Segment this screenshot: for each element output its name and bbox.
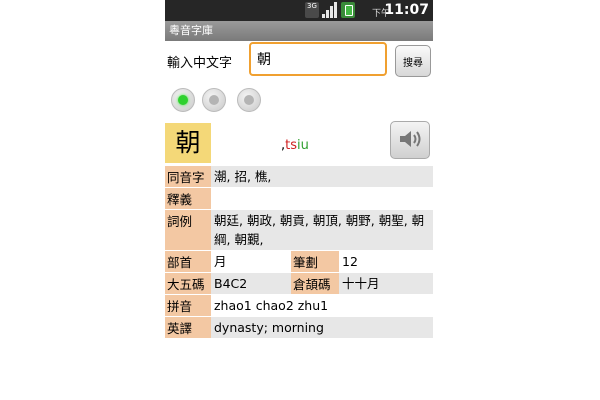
play-sound-button[interactable] — [390, 121, 430, 159]
meaning-label: 釋義 — [165, 188, 211, 209]
jyutping-final: iu — [297, 138, 309, 153]
strokes-label: 筆劃 — [291, 251, 339, 272]
examples-value: 朝廷, 朝政, 朝貢, 朝頂, 朝野, 朝聖, 朝綱, 朝覲, — [211, 210, 433, 250]
english-value: dynasty; morning — [211, 317, 433, 338]
homophones-label: 同音字 — [165, 166, 211, 187]
strokes-value: 12 — [339, 251, 433, 272]
battery-icon — [341, 2, 355, 18]
status-icons: 3G — [305, 2, 355, 18]
row-radical: 部首 月 筆劃 12 — [165, 250, 433, 272]
english-label: 英譯 — [165, 317, 211, 338]
jyutping-initial: ts — [285, 138, 298, 153]
row-homophones: 同音字 潮, 招, 樵, — [165, 165, 433, 187]
result-character: 朝 — [165, 123, 211, 163]
meaning-value — [211, 188, 433, 209]
row-big5: 大五碼 B4C2 倉頡碼 十十月 — [165, 272, 433, 294]
status-time: 11:07 — [384, 2, 429, 18]
phone-screen: 3G 下午 11:07 粵音字庫 輸入中文字 搜尋 朝 ,tsiu 同音字 潮,… — [165, 0, 433, 400]
pinyin-value: zhao1 chao2 zhu1 — [211, 295, 433, 316]
info-table: 同音字 潮, 招, 樵, 釋義 詞例 朝廷, 朝政, 朝貢, 朝頂, 朝野, 朝… — [165, 165, 433, 338]
big5-value: B4C2 — [211, 273, 291, 294]
examples-label: 詞例 — [165, 210, 211, 250]
radical-label: 部首 — [165, 251, 211, 272]
speaker-icon — [400, 130, 421, 147]
input-label: 輸入中文字 — [167, 56, 233, 71]
radio-option-1[interactable] — [171, 88, 195, 112]
network-3g-icon: 3G — [305, 2, 319, 18]
row-examples: 詞例 朝廷, 朝政, 朝貢, 朝頂, 朝野, 朝聖, 朝綱, 朝覲, — [165, 209, 433, 250]
radical-value: 月 — [211, 251, 291, 272]
row-meaning: 釋義 — [165, 187, 433, 209]
status-bar: 3G 下午 11:07 — [165, 0, 433, 21]
cangjie-label: 倉頡碼 — [291, 273, 339, 294]
row-english: 英譯 dynasty; morning — [165, 316, 433, 338]
cangjie-value: 十十月 — [339, 273, 433, 294]
signal-icon — [322, 2, 338, 18]
radio-option-3[interactable] — [237, 88, 261, 112]
big5-label: 大五碼 — [165, 273, 211, 294]
search-button[interactable]: 搜尋 — [395, 45, 431, 77]
radio-option-2[interactable] — [202, 88, 226, 112]
search-input[interactable] — [249, 42, 387, 76]
row-pinyin: 拼音 zhao1 chao2 zhu1 — [165, 294, 433, 316]
pinyin-label: 拼音 — [165, 295, 211, 316]
homophones-value: 潮, 招, 樵, — [211, 166, 433, 187]
jyutping: ,tsiu — [281, 138, 309, 153]
app-title-bar: 粵音字庫 — [165, 21, 433, 41]
